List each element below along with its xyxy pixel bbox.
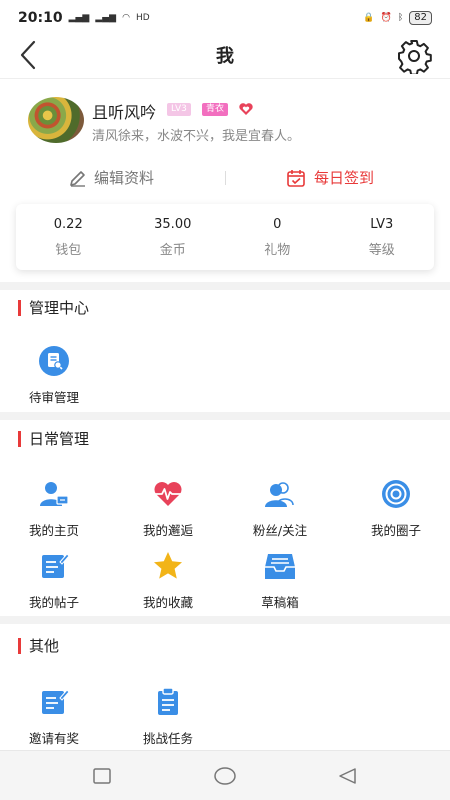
alarm-icon: ⏰ bbox=[380, 13, 392, 23]
draft-box-icon bbox=[265, 554, 295, 579]
menu-item-my-circle[interactable]: 我的圈子 bbox=[342, 478, 450, 539]
section-accent-bar bbox=[18, 299, 21, 316]
menu-item-my-homepage[interactable]: 我的主页 bbox=[0, 478, 108, 539]
menu-item-label: 我的帖子 bbox=[28, 595, 79, 610]
profile-card-icon bbox=[40, 482, 69, 506]
stat-coins[interactable]: 35.00 金币 bbox=[121, 204, 226, 270]
gear-icon bbox=[398, 40, 432, 76]
stat-label: 等级 bbox=[368, 243, 395, 258]
menu-item-label: 我的收藏 bbox=[142, 595, 193, 610]
edit-profile-button[interactable]: 编辑资料 bbox=[68, 167, 154, 188]
menu-item-label: 我的圈子 bbox=[370, 523, 421, 538]
bluetooth-icon: ᛒ bbox=[397, 13, 404, 23]
section-accent-bar bbox=[18, 637, 21, 654]
signal-icon: ▂▄▆ bbox=[68, 13, 90, 23]
daily-checkin-button[interactable]: 每日签到 bbox=[286, 167, 374, 188]
signal-icon-2: ▂▄▆ bbox=[95, 13, 117, 23]
star-icon bbox=[154, 552, 182, 579]
menu-item-followers[interactable]: 粉丝/关注 bbox=[226, 478, 334, 539]
menu-item-label: 待审管理 bbox=[28, 390, 79, 405]
menu-item-label: 邀请有奖 bbox=[28, 731, 79, 746]
section-accent-bar bbox=[18, 430, 21, 447]
stat-label: 金币 bbox=[159, 243, 186, 258]
task-clipboard-icon bbox=[158, 687, 178, 715]
calendar-icon bbox=[287, 169, 305, 187]
lock-rotation-icon: 🔒 bbox=[363, 13, 375, 23]
menu-item-label: 挑战任务 bbox=[142, 731, 193, 746]
section-title-manage: 管理中心 bbox=[18, 297, 89, 318]
stat-value: LV3 bbox=[370, 217, 394, 232]
profile-signature: 清风徐来，水波不兴，我是宜春人。 bbox=[92, 129, 301, 144]
network-type: HD bbox=[135, 13, 150, 23]
avatar[interactable] bbox=[28, 97, 84, 143]
section-title-other: 其他 bbox=[18, 635, 59, 656]
circle-icon bbox=[382, 480, 410, 508]
recent-apps-button[interactable] bbox=[92, 767, 112, 785]
section-divider bbox=[0, 616, 450, 624]
followers-icon bbox=[265, 482, 294, 507]
wifi-icon: ◠ bbox=[122, 13, 130, 23]
menu-item-my-encounters[interactable]: 我的邂逅 bbox=[114, 478, 222, 539]
nav-bar: 我 bbox=[0, 36, 450, 76]
stats-card: 0.22 钱包 35.00 金币 0 礼物 LV3 等级 bbox=[16, 204, 434, 270]
section-divider bbox=[0, 282, 450, 290]
back-nav-button[interactable] bbox=[337, 767, 357, 785]
section-title-text: 其他 bbox=[29, 637, 60, 655]
pencil-icon bbox=[70, 170, 85, 187]
status-bar: 20:10 ▂▄▆ ▂▄▆ ◠ HD 🔒 ⏰ ᛒ 82 bbox=[0, 0, 450, 36]
review-icon bbox=[39, 346, 69, 376]
menu-item-invite[interactable]: 邀请有奖 bbox=[0, 686, 108, 747]
stat-wallet[interactable]: 0.22 钱包 bbox=[16, 204, 121, 270]
page-title: 我 bbox=[216, 46, 234, 67]
daily-checkin-label: 每日签到 bbox=[314, 169, 375, 187]
section-title-daily: 日常管理 bbox=[18, 428, 89, 449]
stat-value: 0.22 bbox=[53, 217, 83, 232]
menu-item-challenge-tasks[interactable]: 挑战任务 bbox=[114, 686, 222, 747]
post-icon bbox=[42, 553, 70, 578]
action-divider bbox=[225, 171, 226, 185]
invite-icon bbox=[42, 689, 70, 714]
menu-item-my-favorites[interactable]: 我的收藏 bbox=[114, 550, 222, 611]
stat-value: 35.00 bbox=[154, 217, 192, 232]
menu-item-label: 我的主页 bbox=[28, 523, 79, 538]
settings-button[interactable] bbox=[396, 38, 432, 76]
battery-indicator: 82 bbox=[409, 11, 432, 25]
menu-item-drafts[interactable]: 草稿箱 bbox=[226, 550, 334, 611]
menu-item-label: 我的邂逅 bbox=[142, 523, 193, 538]
stat-value: 0 bbox=[273, 217, 282, 232]
system-nav-bar bbox=[0, 750, 450, 800]
home-button[interactable] bbox=[213, 767, 237, 785]
menu-item-review[interactable]: 待审管理 bbox=[0, 345, 108, 406]
section-title-text: 管理中心 bbox=[29, 299, 90, 317]
stat-gifts[interactable]: 0 礼物 bbox=[225, 204, 330, 270]
menu-item-label: 草稿箱 bbox=[261, 595, 299, 610]
menu-item-my-posts[interactable]: 我的帖子 bbox=[0, 550, 108, 611]
menu-item-label: 粉丝/关注 bbox=[252, 523, 308, 538]
tag-badge: 青衣 bbox=[202, 103, 229, 116]
section-title-text: 日常管理 bbox=[29, 430, 90, 448]
nav-divider bbox=[0, 78, 450, 79]
section-divider bbox=[0, 412, 450, 420]
heartbeat-icon bbox=[154, 482, 182, 506]
heart-icon bbox=[239, 103, 253, 115]
stat-label: 钱包 bbox=[55, 243, 82, 258]
stat-level[interactable]: LV3 等级 bbox=[330, 204, 435, 270]
level-badge: LV3 bbox=[167, 103, 191, 116]
edit-profile-label: 编辑资料 bbox=[94, 169, 155, 187]
status-time: 20:10 bbox=[18, 10, 63, 26]
stat-label: 礼物 bbox=[264, 243, 291, 258]
username: 且听风吟 bbox=[92, 103, 157, 122]
